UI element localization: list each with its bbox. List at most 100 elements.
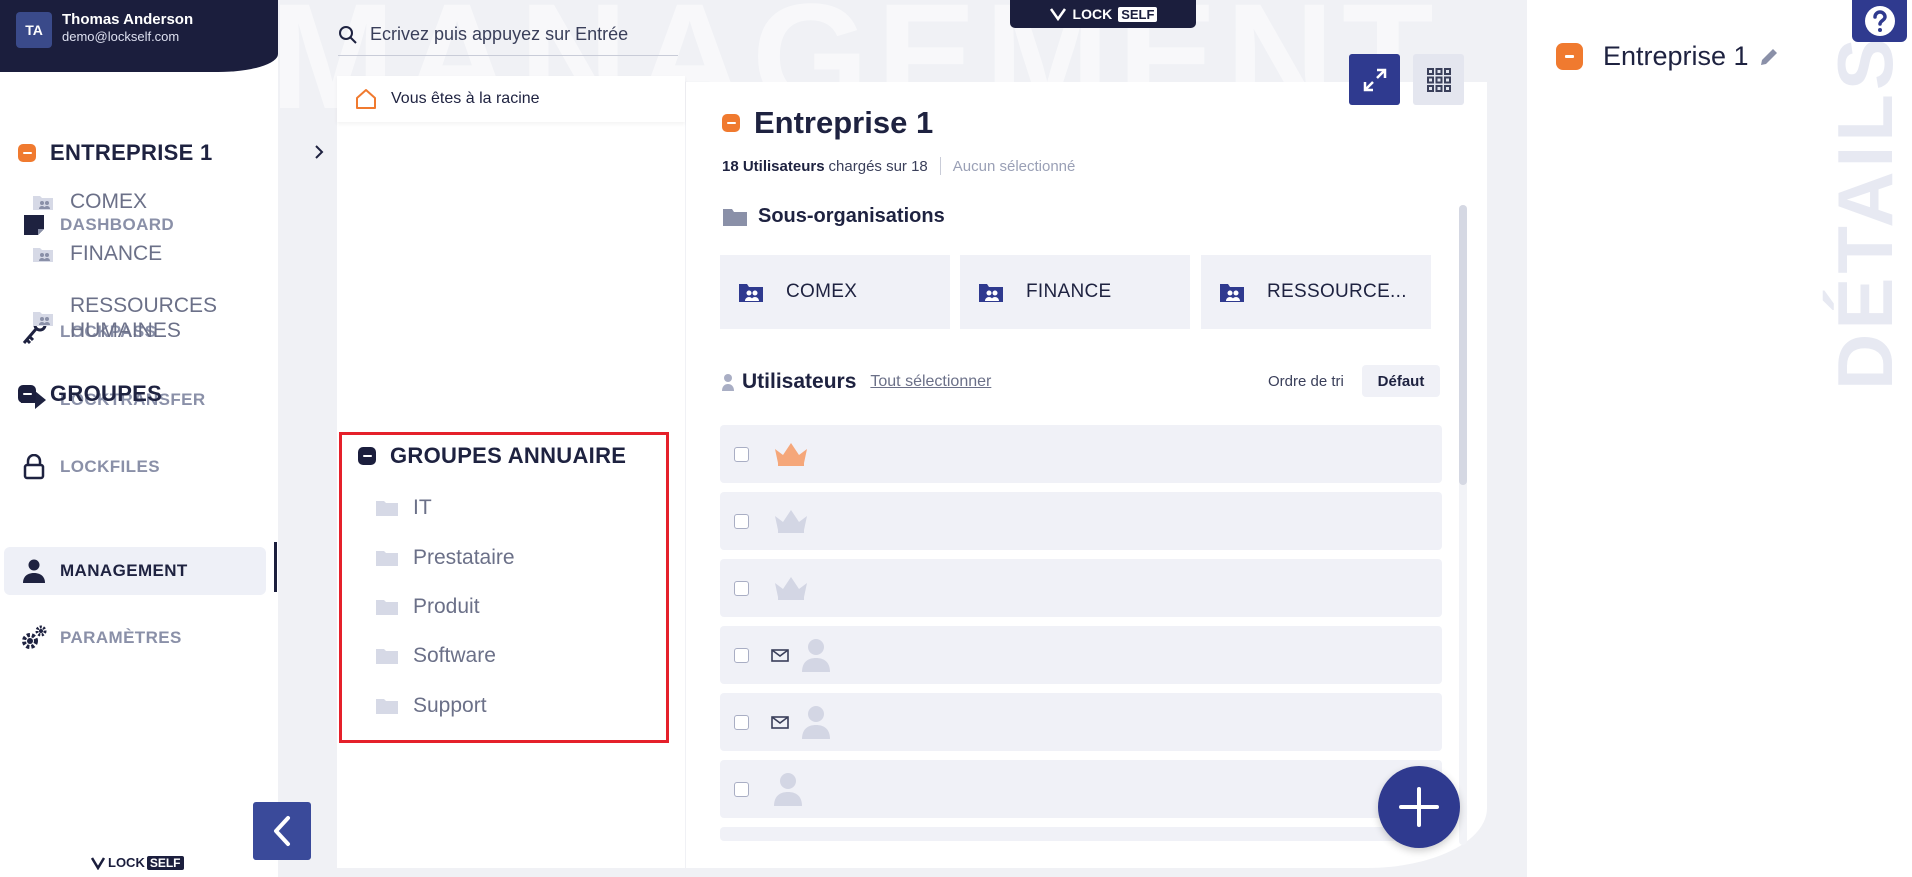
folder-icon (376, 501, 398, 516)
search-input[interactable] (370, 24, 670, 45)
select-all-link[interactable]: Tout sélectionner (870, 373, 991, 391)
user-name: Thomas Anderson (62, 11, 194, 28)
tree-item-comex[interactable]: COMEX (32, 190, 147, 214)
tree-item-software[interactable]: Software (375, 644, 496, 668)
row-checkbox[interactable] (734, 781, 749, 797)
tree-item-label: IT (413, 496, 432, 519)
crown-icon (775, 443, 807, 466)
row-checkbox[interactable] (734, 647, 749, 663)
tree-item-label: GROUPES ANNUAIRE (390, 443, 627, 468)
user-row[interactable] (720, 693, 1442, 751)
user-row[interactable] (720, 760, 1442, 818)
row-checkbox[interactable] (734, 714, 749, 730)
dashboard-icon (20, 211, 48, 239)
search-bar (338, 14, 678, 56)
org-icon (33, 248, 53, 262)
collapse-icon[interactable] (18, 385, 36, 403)
pencil-icon[interactable] (1759, 47, 1779, 67)
folder-icon (723, 208, 747, 226)
tree-item-label: COMEX (70, 190, 148, 213)
row-checkbox[interactable] (734, 513, 749, 529)
person-icon (802, 639, 830, 672)
suborgs-heading: Sous-organisations (722, 205, 945, 228)
tree-item-label: RESSOURCES HUMAINES (70, 294, 218, 342)
chevron-left-icon (274, 816, 290, 846)
sort-dropdown[interactable]: Défaut (1362, 365, 1440, 397)
suborg-card-finance[interactable]: FINANCE (960, 255, 1190, 329)
sidebar: TA Thomas Anderson demo@lockself.com DAS… (0, 0, 278, 877)
root-label: Vous êtes à la racine (391, 90, 540, 107)
org-icon (739, 284, 763, 302)
expand-icon (1363, 68, 1386, 91)
nav-lockfiles-label: LOCKFILES (60, 457, 160, 476)
folder-icon (376, 649, 398, 664)
user-row[interactable] (720, 425, 1442, 483)
plus-icon (1399, 787, 1439, 827)
watermark-details: DÉTAILS (1821, 34, 1909, 390)
row-checkbox[interactable] (734, 580, 749, 596)
grid-view-button[interactable] (1413, 54, 1464, 105)
add-button[interactable] (1378, 766, 1460, 848)
tree-item-label: Software (413, 644, 496, 667)
nav-parametres[interactable]: PARAMÈTRES (4, 614, 266, 662)
org-icon (33, 312, 53, 326)
collapse-icon[interactable] (358, 447, 376, 465)
divider (939, 157, 941, 175)
tree-item-entreprise-1[interactable]: ENTREPRISE 1 (18, 140, 213, 166)
users-heading: Utilisateurs Tout sélectionner (722, 370, 991, 394)
tree-item-produit[interactable]: Produit (375, 595, 480, 619)
nav-dashboard-label: DASHBOARD (60, 215, 175, 234)
scrollbar-thumb[interactable] (1459, 205, 1467, 485)
details-title: Entreprise 1 (1556, 41, 1779, 72)
expand-button[interactable] (1349, 54, 1400, 105)
gears-icon (20, 624, 48, 652)
org-icon (979, 284, 1003, 302)
chevron-right-icon[interactable] (312, 145, 326, 159)
org-icon (33, 196, 53, 210)
crown-icon (775, 577, 807, 600)
user-email: demo@lockself.com (62, 29, 180, 44)
suborg-card-comex[interactable]: COMEX (720, 255, 950, 329)
nav-lockfiles[interactable]: LOCKFILES (4, 443, 266, 491)
root-breadcrumb[interactable]: Vous êtes à la racine (337, 76, 685, 122)
tree-item-label: Support (413, 694, 487, 717)
tree-item-support[interactable]: Support (375, 694, 487, 718)
user-row[interactable] (720, 827, 1442, 841)
help-button[interactable] (1852, 0, 1907, 42)
crown-icon (775, 510, 807, 533)
user-block[interactable]: TA Thomas Anderson demo@lockself.com (0, 0, 278, 72)
suborg-card-ressources[interactable]: RESSOURCE... (1201, 255, 1431, 329)
user-icon (722, 374, 734, 391)
user-icon (20, 557, 48, 585)
tree-item-finance[interactable]: FINANCE (32, 242, 162, 266)
tree-item-it[interactable]: IT (375, 496, 432, 520)
footer-logo: LOCK SELF (90, 855, 184, 870)
page-title: Entreprise 1 (722, 105, 933, 141)
collapse-icon[interactable] (18, 144, 36, 162)
users-summary: 18 Utilisateurs chargés sur 18 Aucun sél… (722, 157, 1075, 175)
user-row[interactable] (720, 492, 1442, 550)
nav-active-indicator (274, 542, 277, 592)
user-row[interactable] (720, 626, 1442, 684)
nav-parametres-label: PARAMÈTRES (60, 628, 182, 647)
org-icon (1220, 284, 1244, 302)
loaded-text: chargés sur 18 (828, 157, 928, 175)
tree-item-groupes-annuaire[interactable]: GROUPES ANNUAIRE (358, 443, 626, 469)
tree-item-label: GROUPES (50, 381, 163, 406)
nav-management[interactable]: MANAGEMENT (4, 547, 266, 595)
selected-text: Aucun sélectionné (952, 157, 1076, 175)
tree-item-groupes[interactable]: GROUPES (18, 381, 162, 407)
search-icon (339, 25, 357, 44)
lockself-logo-icon (1049, 8, 1066, 22)
person-icon (774, 773, 802, 806)
org-badge-icon (722, 114, 740, 132)
user-row[interactable] (720, 559, 1442, 617)
folder-icon (376, 551, 398, 566)
tree-item-prestataire[interactable]: Prestataire (375, 546, 515, 570)
tree-item-ressources-humaines[interactable]: RESSOURCES HUMAINES (32, 293, 217, 343)
lockself-logo-icon (90, 856, 106, 870)
row-checkbox[interactable] (734, 446, 749, 462)
tree-panel: Vous êtes à la racine (337, 76, 685, 868)
avatar: TA (16, 12, 52, 48)
collapse-sidebar-button[interactable] (253, 802, 311, 860)
